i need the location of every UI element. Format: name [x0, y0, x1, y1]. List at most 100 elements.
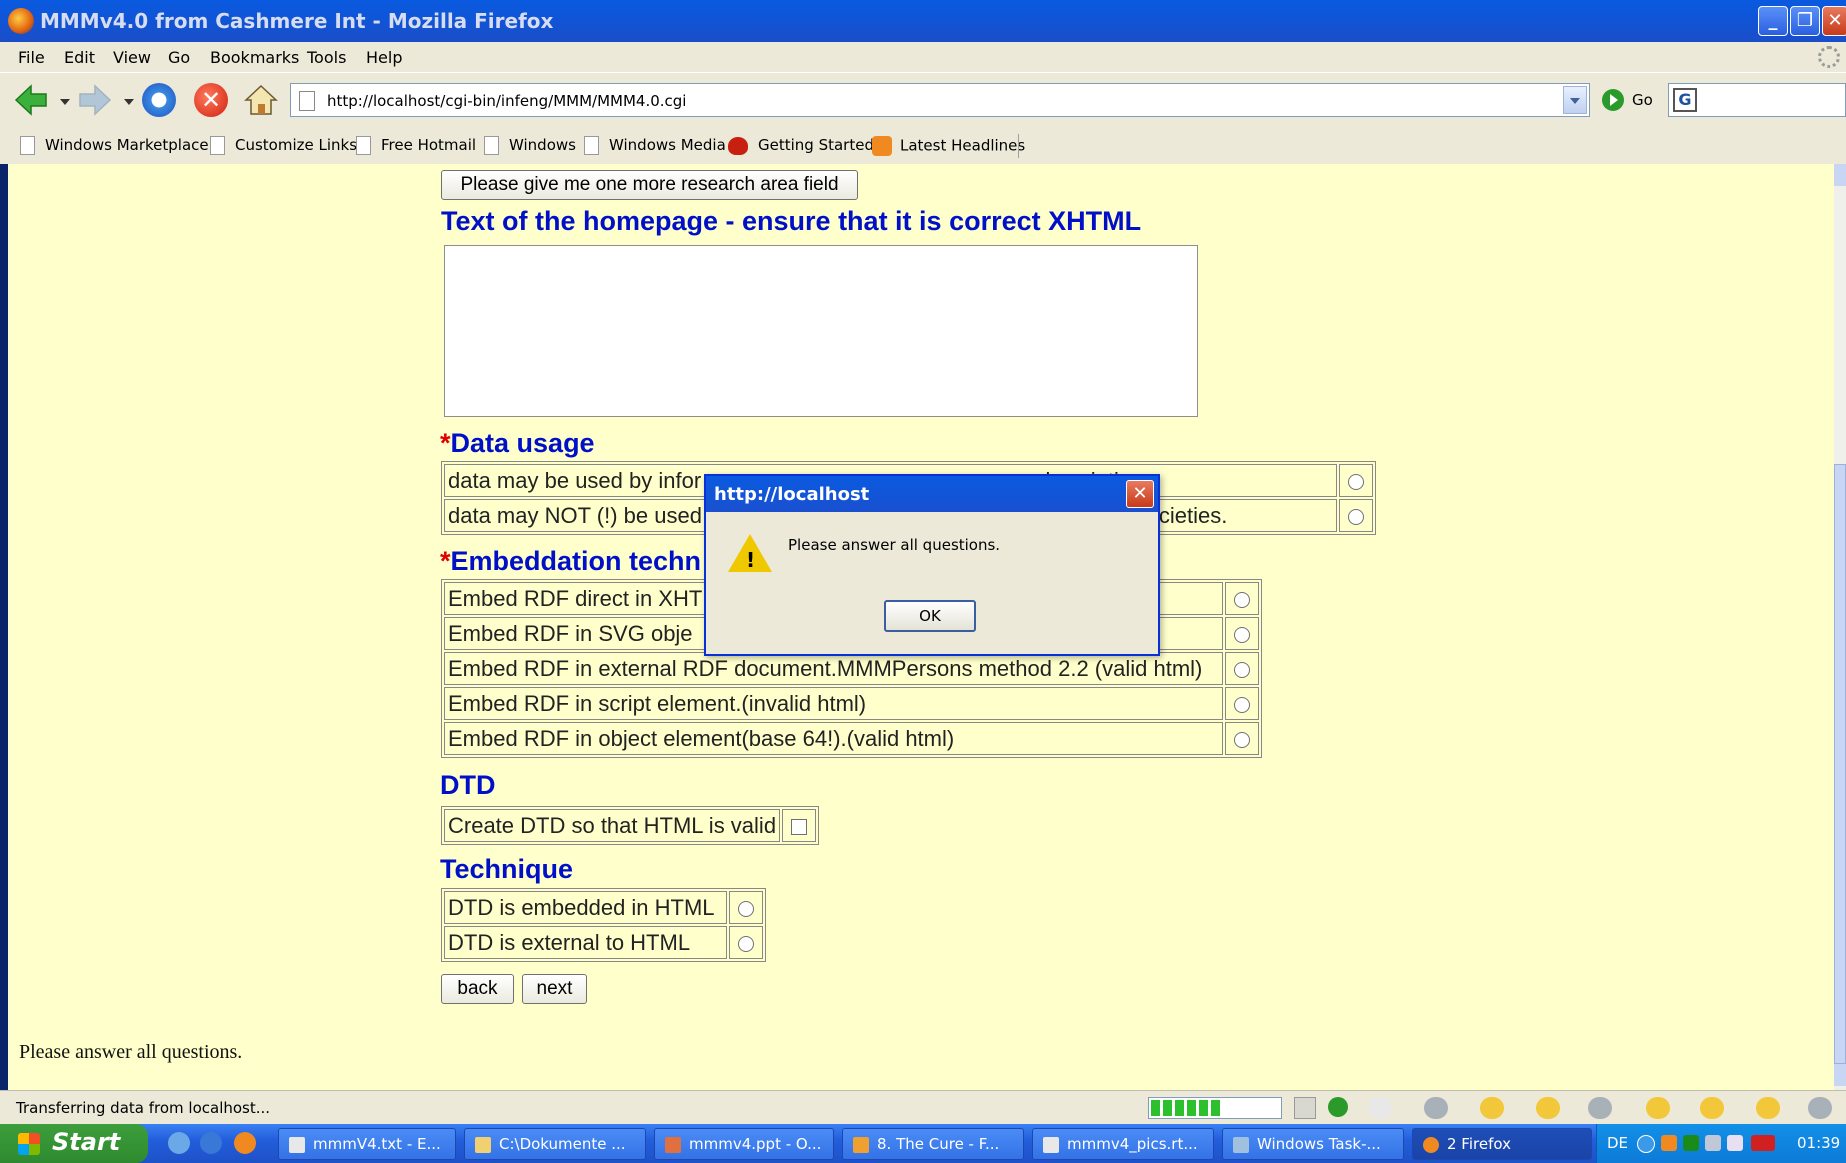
reload-icon[interactable]	[142, 83, 176, 117]
bookmark-latest-headlines[interactable]: Latest Headlines	[872, 136, 1025, 156]
taskbar-item-the-cure[interactable]: 8. The Cure - F...	[842, 1128, 1024, 1160]
forward-arrow-icon[interactable]	[78, 83, 112, 117]
quicklaunch-ie-icon[interactable]	[200, 1132, 222, 1154]
maximize-button[interactable]: ❐	[1790, 6, 1820, 36]
homepage-text-heading: Text of the homepage - ensure that it is…	[441, 206, 1142, 236]
menu-file[interactable]: File	[18, 48, 45, 67]
google-search-icon[interactable]: G	[1673, 88, 1697, 112]
technique-radio-embedded[interactable]	[738, 900, 754, 917]
page-icon	[356, 136, 371, 155]
taskbar-item-firefox[interactable]: 2 Firefox	[1412, 1128, 1592, 1160]
dialog-close-button[interactable]: ✕	[1126, 480, 1154, 508]
search-box[interactable]: G	[1668, 83, 1846, 117]
bookmark-windows-media[interactable]: Windows Media	[584, 136, 726, 155]
bookmark-windows[interactable]: Windows	[484, 136, 576, 155]
quicklaunch-media-icon[interactable]	[234, 1132, 256, 1154]
menu-bookmarks[interactable]: Bookmarks	[210, 48, 299, 67]
taskbar-item-dokumente[interactable]: C:\Dokumente ...	[464, 1128, 646, 1160]
language-indicator[interactable]: DE	[1607, 1134, 1628, 1152]
status-green-icon[interactable]	[1328, 1097, 1348, 1117]
embed-radio-script[interactable]	[1234, 696, 1250, 713]
menu-bar: File Edit View Go Bookmarks Tools Help	[0, 42, 1846, 72]
page-icon	[484, 136, 499, 155]
bookmark-customize-links[interactable]: Customize Links	[210, 136, 357, 155]
weather-partly-sunny-icon	[1700, 1097, 1724, 1119]
url-input[interactable]	[325, 88, 1529, 114]
bookmark-getting-started[interactable]: Getting Started	[728, 136, 874, 155]
bookmark-free-hotmail[interactable]: Free Hotmail	[356, 136, 476, 155]
more-research-area-button[interactable]: Please give me one more research area fi…	[441, 170, 858, 200]
go-arrow-icon[interactable]	[1602, 89, 1624, 111]
task-label: Windows Task-...	[1257, 1135, 1381, 1153]
data-usage-radio-not-allowed[interactable]	[1348, 508, 1364, 525]
close-window-button[interactable]: ✕	[1822, 6, 1846, 36]
forward-history-dropdown-icon[interactable]	[124, 99, 134, 105]
toolbar-separator	[1018, 134, 1019, 158]
scroll-down-button[interactable]	[1834, 1064, 1846, 1086]
create-dtd-checkbox[interactable]	[791, 818, 808, 835]
url-history-dropdown-icon[interactable]	[1563, 86, 1587, 114]
taskbar-item-mmmv4-txt[interactable]: mmmV4.txt - E...	[278, 1128, 456, 1160]
taskbar-item-mmmv4-ppt[interactable]: mmmv4.ppt - O...	[654, 1128, 834, 1160]
tray-volume-icon[interactable]	[1727, 1135, 1743, 1151]
bookmark-label: Getting Started	[758, 136, 874, 154]
weather-partly-sunny-icon	[1646, 1097, 1670, 1119]
task-label: 8. The Cure - F...	[877, 1135, 1000, 1153]
vertical-scrollbar[interactable]	[1834, 164, 1846, 1090]
menu-help[interactable]: Help	[366, 48, 402, 67]
menu-view[interactable]: View	[113, 48, 151, 67]
window-title: MMMv4.0 from Cashmere Int - Mozilla Fire…	[40, 9, 554, 33]
tray-ati-icon[interactable]	[1751, 1135, 1775, 1151]
taskbar-item-mmmv4-pics[interactable]: mmmv4_pics.rt...	[1032, 1128, 1214, 1160]
tray-back-icon[interactable]	[1637, 1135, 1655, 1153]
technique-radio-external[interactable]	[738, 935, 754, 952]
tray-status-icon[interactable]	[1683, 1135, 1699, 1151]
embed-radio-svg[interactable]	[1234, 626, 1250, 643]
validation-message: Please answer all questions.	[19, 1041, 243, 1063]
ok-button[interactable]: OK	[884, 600, 976, 632]
menu-go[interactable]: Go	[168, 48, 190, 67]
stop-icon[interactable]: ✕	[194, 83, 228, 117]
back-arrow-icon[interactable]	[14, 83, 48, 117]
option-row: Create DTD so that HTML is valid	[444, 809, 817, 842]
embed-radio-object[interactable]	[1234, 731, 1250, 748]
embed-radio-external-rdf[interactable]	[1234, 661, 1250, 678]
status-text: Transferring data from localhost...	[16, 1099, 271, 1117]
taskbar-item-task-manager[interactable]: Windows Task-...	[1222, 1128, 1404, 1160]
tray-network-icon[interactable]	[1705, 1135, 1721, 1151]
home-icon[interactable]	[244, 83, 278, 117]
back-button[interactable]: back	[441, 974, 514, 1004]
bookmark-label: Windows Media	[609, 136, 726, 154]
option-control	[1225, 652, 1259, 685]
dialog-message: Please answer all questions.	[788, 536, 1001, 554]
bookmark-label: Customize Links	[235, 136, 358, 154]
weather-cloudy-icon	[1368, 1097, 1392, 1119]
next-button[interactable]: next	[522, 974, 587, 1004]
embed-radio-xhtml[interactable]	[1234, 591, 1250, 608]
homepage-text-input[interactable]	[444, 245, 1198, 417]
bookmark-label: Latest Headlines	[900, 136, 1026, 155]
back-history-dropdown-icon[interactable]	[60, 99, 70, 105]
menu-tools[interactable]: Tools	[307, 48, 346, 67]
scroll-up-button[interactable]	[1834, 164, 1846, 186]
go-button[interactable]: Go	[1632, 91, 1653, 109]
progress-fill	[1151, 1100, 1221, 1116]
minimize-button[interactable]: _	[1758, 6, 1788, 36]
menu-edit[interactable]: Edit	[64, 48, 95, 67]
option-label: Embed RDF in script element.(invalid htm…	[444, 687, 1223, 720]
windows-logo-icon	[18, 1133, 40, 1155]
loading-progress-bar	[1148, 1097, 1282, 1119]
popup-blocker-icon[interactable]	[1294, 1097, 1316, 1119]
navigation-toolbar: ✕ Go G	[0, 72, 1846, 130]
option-row: DTD is external to HTML	[444, 926, 763, 959]
getting-started-icon	[728, 136, 748, 155]
scroll-thumb[interactable]	[1834, 464, 1846, 1064]
bookmark-windows-marketplace[interactable]: Windows Marketplace	[20, 136, 209, 155]
tray-app-icon[interactable]	[1661, 1135, 1677, 1151]
data-usage-radio-allowed[interactable]	[1348, 473, 1364, 490]
address-bar[interactable]	[290, 83, 1590, 117]
start-button[interactable]: Start	[0, 1124, 148, 1163]
bookmark-label: Windows Marketplace	[45, 136, 209, 154]
quicklaunch-desktop-icon[interactable]	[168, 1132, 190, 1154]
weather-partly-sunny-icon	[1756, 1097, 1780, 1119]
